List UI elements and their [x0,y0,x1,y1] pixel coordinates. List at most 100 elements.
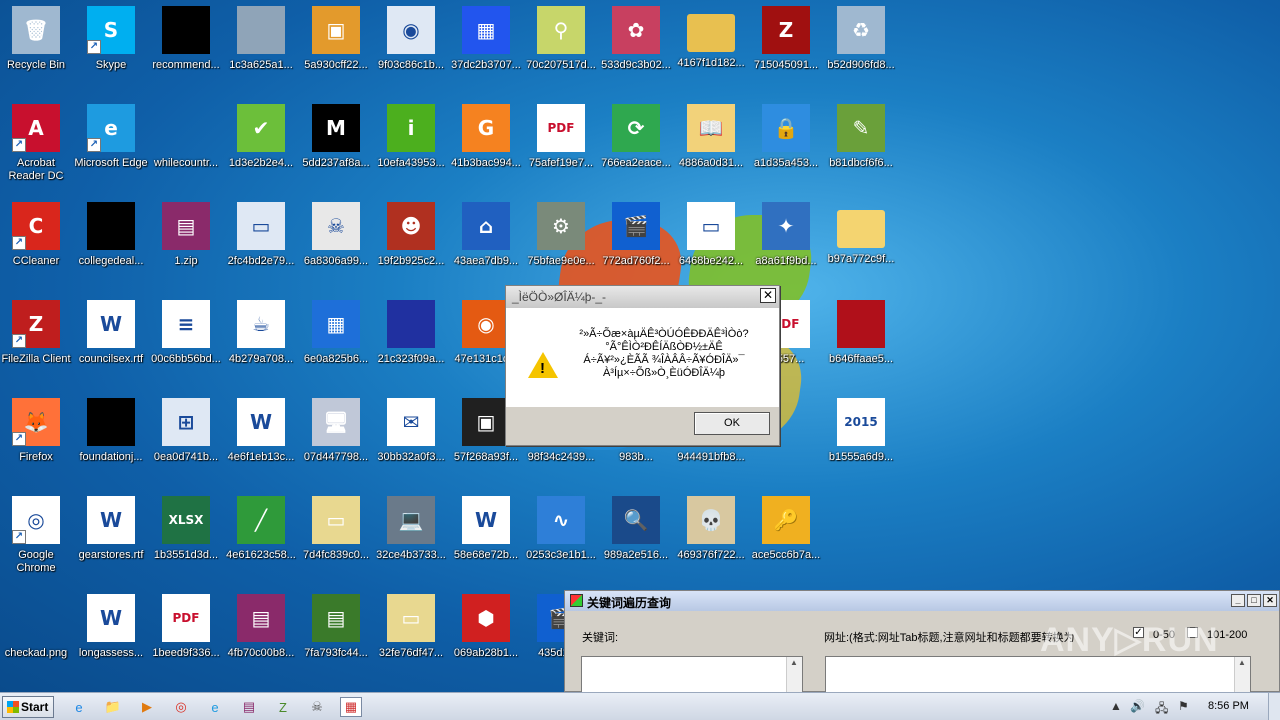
desktop-icon[interactable]: whilecountr... [148,98,224,192]
desktop-icon[interactable]: ✔ 1d3e2b2e4... [223,98,299,192]
maximize-button[interactable]: □ [1247,594,1261,607]
action-center-flag-icon[interactable]: ⚑ [1178,699,1189,713]
desktop-icon[interactable]: ▦ 6e0a825b6... [298,294,374,388]
shortcut-arrow-icon: ↗ [87,40,101,54]
desktop-icon[interactable]: 📖 4886a0d31... [673,98,749,192]
desktop-icon[interactable]: recommend... [148,0,224,94]
desktop-icon[interactable]: Wgearstores.rtf [73,490,149,584]
close-icon[interactable]: ✕ [760,288,776,303]
desktop-icon[interactable]: 21c323f09a... [373,294,449,388]
noise-red-icon [837,300,885,348]
desktop-icon[interactable]: i 10efa43953... [373,98,449,192]
show-hidden-icons-icon[interactable]: ▲ [1110,699,1122,713]
desktop-icon-label: Google Chrome [16,549,56,574]
desktop-icon[interactable]: ◉ 9f03c86c1b... [373,0,449,94]
desktop-icon[interactable]: W 58e68e72b... [448,490,524,584]
desktop-icon[interactable]: foundationj... [73,392,149,486]
desktop-icon[interactable]: ⚙ 75bfae9e0e... [523,196,599,290]
desktop-icon[interactable]: 🔑 ace5cc6b7a... [748,490,824,584]
desktop-icon[interactable]: C ↗ CCleaner [0,196,74,290]
desktop-icon[interactable]: ▤ 4fb70c00b8... [223,588,299,682]
desktop-icon[interactable]: 1c3a625a1... [223,0,299,94]
desktop-icon[interactable]: W 4e6f1eb13c... [223,392,299,486]
winrar-icon[interactable]: ▤ [238,697,260,717]
desktop-icon[interactable]: 🖥 07d447798... [298,392,374,486]
ok-button[interactable]: OK [694,412,770,435]
desktop-icon[interactable]: ⌂ 43aea7db9... [448,196,524,290]
desktop-icon[interactable]: ☕ 4b279a708... [223,294,299,388]
desktop-icon[interactable]: 🗑 Recycle Bin [0,0,74,94]
desktop-icon[interactable]: ∿ 0253c3e1b1... [523,490,599,584]
desktop-icon[interactable]: 🦊 ↗ Firefox [0,392,74,486]
chrome-icon[interactable]: ◎ [170,697,192,717]
desktop-icon[interactable]: Z ↗ FileZilla Client [0,294,74,388]
keyword-scrollbar[interactable] [786,657,802,692]
keyword-window-titlebar[interactable]: 关键词遍历查询 _ □ ✕ [565,591,1279,611]
desktop-icon[interactable]: 💻 32ce4b3733... [373,490,449,584]
desktop-icon[interactable]: ▦ 37dc2b3707... [448,0,524,94]
desktop-icon[interactable]: b646ffaae5... [823,294,899,388]
ie-icon[interactable]: e [68,697,90,717]
desktop-icon[interactable]: S ↗ Skype [73,0,149,94]
desktop-icon[interactable]: ╱ 4e61623c58... [223,490,299,584]
skull-icon[interactable]: ☠ [306,697,328,717]
keyword-textarea[interactable] [581,656,803,692]
desktop-icon[interactable]: G 41b3bac994... [448,98,524,192]
desktop-icon[interactable]: ◎ ↗ Google Chrome [0,490,74,584]
skull-icon: 💀 [687,496,735,544]
desktop-icon[interactable]: M 5dd237af8a... [298,98,374,192]
start-button[interactable]: Start [2,696,54,718]
desktop-icon[interactable]: ▣ 5a930cff22... [298,0,374,94]
desktop-icon[interactable]: 💀 469376f722... [673,490,749,584]
edge-icon[interactable]: e [204,697,226,717]
desktop-icon[interactable]: ≡ 00c6bb56bd... [148,294,224,388]
archive-icon[interactable]: Z [272,697,294,717]
desktop-icon[interactable]: ▭ 2fc4bd2e79... [223,196,299,290]
clock[interactable]: 8:56 PM [1208,700,1249,712]
desktop-icon[interactable]: ⟳ 766ea2eace... [598,98,674,192]
desktop-icon[interactable]: PDF 75afef19e7... [523,98,599,192]
desktop-icon[interactable]: PDF 1beed9f336... [148,588,224,682]
desktop-icon[interactable]: ▤ 1.zip [148,196,224,290]
desktop-icon[interactable]: 4167f1d182... [673,0,749,94]
explorer-icon[interactable]: 📁 [102,697,124,717]
url-scrollbar[interactable] [1234,657,1250,692]
media-player-icon[interactable]: ▶ [136,697,158,717]
desktop-icon[interactable]: Wcouncilsex.rtf [73,294,149,388]
desktop-icon[interactable]: ▭ 7d4fc839c0... [298,490,374,584]
show-desktop-button[interactable] [1268,693,1280,720]
minimize-button[interactable]: _ [1231,594,1245,607]
desktop-icon[interactable]: ✦ a8a61f9bd... [748,196,824,290]
desktop-icon[interactable]: ✿ 533d9c3b02... [598,0,674,94]
desktop-icon[interactable]: 🔒 a1d35a453... [748,98,824,192]
desktop-icon[interactable]: ✎ b81dbcf6f6... [823,98,899,192]
desktop-icon[interactable]: Z 715045091... [748,0,824,94]
desktop-icon[interactable]: collegedeal... [73,196,149,290]
desktop-icon[interactable]: Wlongassess... [73,588,149,682]
network-icon[interactable]: 🖧 [1155,699,1168,720]
desktop-icon[interactable]: ⚲ 70c207517d... [523,0,599,94]
desktop-icon[interactable]: e ↗ Microsoft Edge [73,98,149,192]
black-file-icon [87,398,135,446]
desktop-icon[interactable]: XLSX 1b3551d3d... [148,490,224,584]
desktop-icon[interactable]: ▤ 7fa793fc44... [298,588,374,682]
desktop-icon[interactable]: ☻ 19f2b925c2... [373,196,449,290]
volume-icon[interactable]: 🔊 [1130,699,1145,713]
desktop-icon[interactable]: ✉ 30bb32a0f3... [373,392,449,486]
desktop-icon[interactable]: ⬢ 069ab28b1... [448,588,524,682]
desktop-icon[interactable]: checkad.png [0,588,74,682]
close-button[interactable]: ✕ [1263,594,1277,607]
desktop-icon[interactable]: ⊞ 0ea0d741b... [148,392,224,486]
desktop-icon[interactable]: ☠ 6a8306a99... [298,196,374,290]
app-window-icon[interactable]: ▦ [340,697,362,717]
desktop-icon[interactable]: b97a772c9f... [823,196,899,290]
desktop-icon[interactable]: 🎬 772ad760f2... [598,196,674,290]
desktop[interactable]: 🗑 Recycle Bin S ↗ Skype recommend... 1c3a625a1… [0,0,1280,692]
desktop-icon[interactable]: ▭ 32fe76df47... [373,588,449,682]
url-textarea[interactable] [825,656,1251,692]
desktop-icon[interactable]: A ↗ Acrobat Reader DC [0,98,74,192]
desktop-icon[interactable]: 🔍 989a2e516... [598,490,674,584]
desktop-icon[interactable]: ♻ b52d906fd8... [823,0,899,94]
desktop-icon[interactable]: 2015 b1555a6d9... [823,392,899,486]
desktop-icon[interactable]: ▭ 6468be242... [673,196,749,290]
